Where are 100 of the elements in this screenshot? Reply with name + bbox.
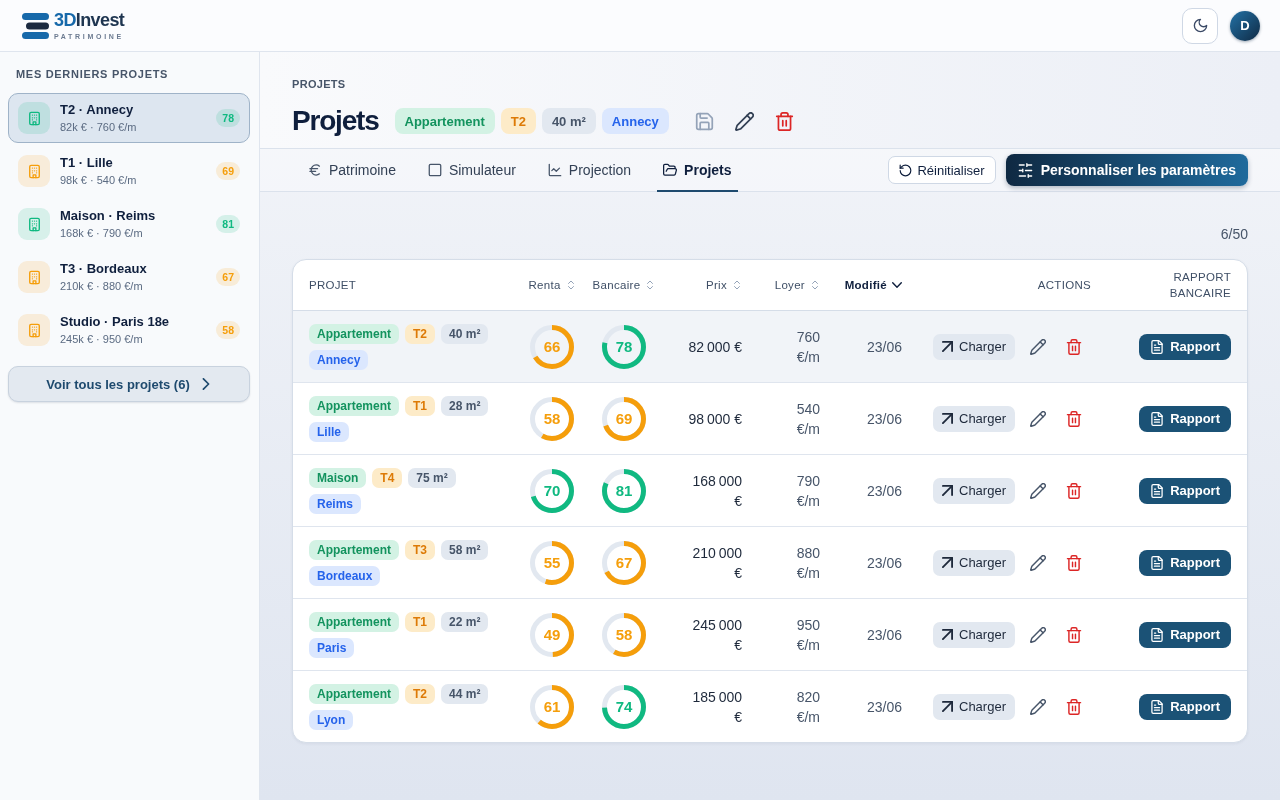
trash-icon — [1065, 554, 1082, 571]
score-ring — [602, 324, 646, 369]
score-pill: 69 — [216, 162, 240, 180]
report-button[interactable]: Rapport — [1139, 693, 1231, 720]
score-ring — [530, 612, 574, 657]
tab[interactable]: Projection — [541, 149, 638, 192]
score-ring — [602, 540, 646, 585]
pencil-icon — [1029, 338, 1046, 355]
column-header[interactable]: Modifié — [844, 277, 887, 293]
tab[interactable]: Simulateur — [421, 149, 522, 192]
score-ring — [530, 540, 574, 585]
column-header[interactable]: Loyer — [774, 277, 805, 293]
sliders-icon — [1017, 162, 1033, 178]
score-ring — [602, 612, 646, 657]
tag: 75 m² — [408, 467, 456, 488]
load-button[interactable]: Charger — [933, 405, 1015, 432]
project-name: T1 · Lille — [60, 155, 113, 170]
score-ring — [602, 684, 646, 729]
load-button[interactable]: Charger — [933, 333, 1015, 360]
score-value: 58 — [543, 410, 561, 427]
sidebar-item[interactable]: Maison · Reims 168k € · 790 €/m 81 — [8, 199, 250, 249]
sidebar-item[interactable]: Studio · Paris 18e 245k € · 950 €/m 58 — [8, 305, 250, 355]
load-button[interactable]: Charger — [933, 477, 1015, 504]
trash-icon — [775, 111, 795, 131]
project-name: Studio · Paris 18e — [60, 314, 170, 329]
price-cell-text: 98 000 € — [688, 409, 742, 429]
table-row[interactable]: Appartement T2 40 m² Annecy 66 78 82 000 € 760 €/m 23/06 Charger Rapport — [293, 311, 1247, 383]
pencil-icon — [1029, 410, 1046, 427]
column-header: PROJET — [309, 278, 357, 293]
table-row[interactable]: Appartement T2 44 m² Lyon 61 74 185 000 € 820 €/m 23/06 Charger Rapport — [293, 671, 1247, 742]
tag: Appartement — [309, 323, 399, 344]
tag: Appartement — [309, 611, 399, 632]
arrow-up-right-icon — [942, 557, 953, 568]
pencil-icon — [735, 111, 755, 131]
tag: 58 m² — [441, 539, 489, 560]
score-pill: 58 — [216, 321, 240, 339]
project-name: Maison · Reims — [60, 208, 156, 223]
report-button[interactable]: Rapport — [1139, 333, 1231, 360]
project-name: T3 · Bordeaux — [60, 261, 147, 276]
load-button[interactable]: Charger — [933, 621, 1015, 648]
sidebar-item[interactable]: T1 · Lille 98k € · 540 €/m 69 — [8, 146, 250, 196]
customize-settings-button[interactable]: Personnaliser les paramètres — [1005, 154, 1248, 186]
score-value: 61 — [543, 698, 561, 715]
sidebar-item[interactable]: T3 · Bordeaux 210k € · 880 €/m 67 — [8, 252, 250, 302]
date-cell: 23/06 — [866, 698, 902, 715]
pencil-icon — [1029, 698, 1046, 715]
arrow-up-right-icon — [942, 629, 953, 640]
trash-icon — [1065, 410, 1082, 427]
report-button[interactable]: Rapport — [1139, 477, 1231, 504]
user-avatar[interactable]: D — [1230, 10, 1260, 41]
tag: Maison — [309, 467, 367, 488]
column-header[interactable]: Prix — [706, 277, 727, 293]
score-value: 55 — [543, 554, 561, 571]
score-value: 81 — [615, 482, 633, 499]
document-icon — [1150, 483, 1165, 498]
table-row[interactable]: Appartement T3 58 m² Bordeaux 55 67 210 000 € 880 €/m 23/06 Charger Rapport — [293, 527, 1247, 599]
tag: 28 m² — [441, 395, 489, 416]
column-header[interactable]: Bancaire — [592, 277, 641, 293]
report-button[interactable]: Rapport — [1139, 405, 1231, 432]
view-all-projects-button[interactable]: Voir tous les projets (6) — [8, 366, 250, 402]
reset-button[interactable]: Réinitialiser — [888, 156, 996, 184]
project-count: 6/50 — [1220, 226, 1248, 242]
score-ring — [530, 324, 574, 369]
project-summary: 168k € · 790 €/m — [60, 227, 143, 240]
tab[interactable]: Projets — [657, 149, 738, 192]
column-header[interactable]: Renta — [528, 277, 561, 293]
euro-icon — [308, 162, 322, 177]
report-button[interactable]: Rapport — [1139, 621, 1231, 648]
tag: Lyon — [309, 709, 354, 730]
document-icon — [1150, 339, 1165, 354]
price-cell-text: 210 000 € — [691, 543, 742, 583]
tag: T1 — [405, 395, 436, 416]
table-row[interactable]: Appartement T1 22 m² Paris 49 58 245 000 € 950 €/m 23/06 Charger Rapport — [293, 599, 1247, 671]
folder-icon — [663, 162, 678, 177]
theme-toggle-button[interactable] — [1182, 7, 1218, 44]
table-row[interactable]: Maison T4 75 m² Reims 70 81 168 000 € 790 €/m 23/06 Charger Rapport — [293, 455, 1247, 527]
trash-icon — [1065, 626, 1082, 643]
sidebar-item[interactable]: T2 · Annecy 82k € · 760 €/m 78 — [8, 93, 250, 143]
score-value: 67 — [615, 554, 633, 571]
moon-icon — [1192, 18, 1208, 33]
tab[interactable]: Patrimoine — [302, 149, 402, 192]
date-cell: 23/06 — [866, 410, 902, 427]
load-button[interactable]: Charger — [933, 693, 1015, 720]
report-button[interactable]: Rapport — [1139, 549, 1231, 576]
score-value: 49 — [543, 626, 561, 643]
tag: 40 m² — [541, 108, 596, 134]
table-row[interactable]: Appartement T1 28 m² Lille 58 69 98 000 € 540 €/m 23/06 Charger Rapport — [293, 383, 1247, 455]
column-header: RAPPORT BANCAIRE — [1168, 270, 1231, 301]
arrow-up-right-icon — [942, 413, 953, 424]
rent-cell-text: 880 €/m — [795, 543, 820, 583]
load-button[interactable]: Charger — [933, 549, 1015, 576]
tag: 40 m² — [441, 323, 489, 344]
tag: Lille — [309, 421, 349, 442]
project-summary: 245k € · 950 €/m — [60, 333, 143, 346]
pencil-icon — [1029, 626, 1046, 643]
arrow-up-right-icon — [942, 341, 953, 352]
price-cell-text: 168 000 € — [691, 471, 742, 511]
score-value: 66 — [543, 338, 561, 355]
score-value: 74 — [615, 698, 633, 715]
tag: T2 — [405, 683, 436, 704]
